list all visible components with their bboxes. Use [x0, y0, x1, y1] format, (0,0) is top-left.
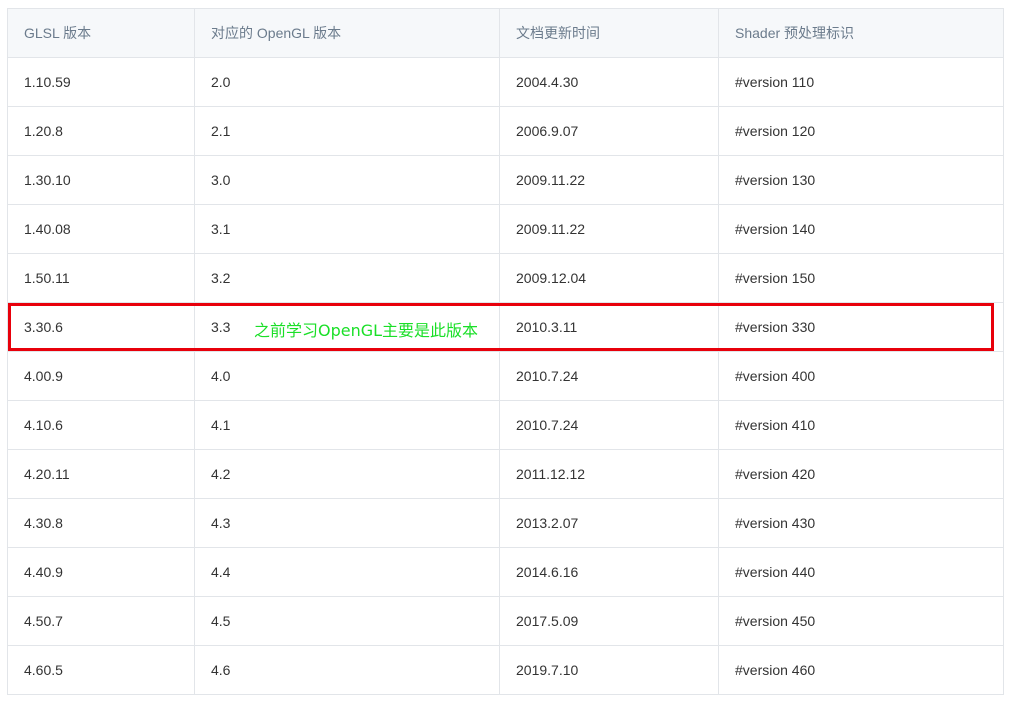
annotation-note: 之前学习OpenGL主要是此版本	[254, 321, 479, 340]
cell-shader-directive: #version 140	[718, 204, 1004, 254]
cell-opengl-version: 3.1	[194, 204, 500, 254]
header-shader-directive: Shader 预处理标识	[718, 8, 1004, 58]
cell-opengl-version: 3.0	[194, 155, 500, 205]
cell-opengl-version: 4.0	[194, 351, 500, 401]
header-doc-update-time: 文档更新时间	[499, 8, 719, 58]
cell-shader-directive: #version 120	[718, 106, 1004, 156]
table-row: 4.20.11 4.2 2011.12.12 #version 420	[7, 449, 1004, 499]
cell-shader-directive: #version 440	[718, 547, 1004, 597]
cell-glsl-version: 1.10.59	[7, 57, 195, 107]
table-header: GLSL 版本 对应的 OpenGL 版本 文档更新时间 Shader 预处理标…	[7, 8, 1004, 58]
cell-glsl-version: 4.40.9	[7, 547, 195, 597]
cell-doc-update-time: 2009.12.04	[499, 253, 719, 303]
cell-shader-directive: #version 130	[718, 155, 1004, 205]
cell-shader-directive: #version 110	[718, 57, 1004, 107]
table-row: 4.50.7 4.5 2017.5.09 #version 450	[7, 596, 1004, 646]
table-row: 1.20.8 2.1 2006.9.07 #version 120	[7, 106, 1004, 156]
cell-shader-directive: #version 430	[718, 498, 1004, 548]
cell-glsl-version: 4.00.9	[7, 351, 195, 401]
cell-glsl-version: 1.40.08	[7, 204, 195, 254]
cell-doc-update-time: 2019.7.10	[499, 645, 719, 695]
cell-shader-directive: #version 410	[718, 400, 1004, 450]
table-row: 4.40.9 4.4 2014.6.16 #version 440	[7, 547, 1004, 597]
cell-doc-update-time: 2017.5.09	[499, 596, 719, 646]
cell-opengl-version: 3.2	[194, 253, 500, 303]
cell-shader-directive: #version 420	[718, 449, 1004, 499]
table-row: 1.30.10 3.0 2009.11.22 #version 130	[7, 155, 1004, 205]
cell-opengl-version: 2.0	[194, 57, 500, 107]
header-glsl-version: GLSL 版本	[7, 8, 195, 58]
cell-shader-directive: #version 460	[718, 645, 1004, 695]
cell-opengl-version: 4.4	[194, 547, 500, 597]
cell-opengl-version: 4.2	[194, 449, 500, 499]
cell-doc-update-time: 2009.11.22	[499, 204, 719, 254]
cell-opengl-version: 4.6	[194, 645, 500, 695]
cell-glsl-version: 4.60.5	[7, 645, 195, 695]
cell-doc-update-time: 2009.11.22	[499, 155, 719, 205]
cell-glsl-version: 4.10.6	[7, 400, 195, 450]
highlight-box	[8, 303, 994, 351]
table-row: 1.50.11 3.2 2009.12.04 #version 150	[7, 253, 1004, 303]
cell-shader-directive: #version 450	[718, 596, 1004, 646]
cell-doc-update-time: 2004.4.30	[499, 57, 719, 107]
cell-shader-directive: #version 150	[718, 253, 1004, 303]
table-row: 4.10.6 4.1 2010.7.24 #version 410	[7, 400, 1004, 450]
cell-opengl-version: 4.1	[194, 400, 500, 450]
table-row: 1.10.59 2.0 2004.4.30 #version 110	[7, 57, 1004, 107]
table-row: 4.30.8 4.3 2013.2.07 #version 430	[7, 498, 1004, 548]
table-body: 1.10.59 2.0 2004.4.30 #version 110 1.20.8 2.1…	[7, 57, 1004, 695]
cell-doc-update-time: 2011.12.12	[499, 449, 719, 499]
glsl-version-table: GLSL 版本 对应的 OpenGL 版本 文档更新时间 Shader 预处理标…	[7, 8, 1004, 695]
cell-glsl-version: 4.30.8	[7, 498, 195, 548]
table-row: 4.60.5 4.6 2019.7.10 #version 460	[7, 645, 1004, 695]
cell-shader-directive: #version 400	[718, 351, 1004, 401]
cell-doc-update-time: 2010.7.24	[499, 400, 719, 450]
cell-glsl-version: 1.50.11	[7, 253, 195, 303]
table-row: 1.40.08 3.1 2009.11.22 #version 140	[7, 204, 1004, 254]
header-opengl-version: 对应的 OpenGL 版本	[194, 8, 500, 58]
table-row: 4.00.9 4.0 2010.7.24 #version 400	[7, 351, 1004, 401]
cell-doc-update-time: 2014.6.16	[499, 547, 719, 597]
cell-opengl-version: 4.5	[194, 596, 500, 646]
cell-glsl-version: 4.20.11	[7, 449, 195, 499]
header-row: GLSL 版本 对应的 OpenGL 版本 文档更新时间 Shader 预处理标…	[7, 8, 1004, 58]
cell-doc-update-time: 2010.7.24	[499, 351, 719, 401]
cell-doc-update-time: 2006.9.07	[499, 106, 719, 156]
cell-glsl-version: 1.20.8	[7, 106, 195, 156]
cell-glsl-version: 1.30.10	[7, 155, 195, 205]
cell-doc-update-time: 2013.2.07	[499, 498, 719, 548]
cell-glsl-version: 4.50.7	[7, 596, 195, 646]
cell-opengl-version: 2.1	[194, 106, 500, 156]
cell-opengl-version: 4.3	[194, 498, 500, 548]
